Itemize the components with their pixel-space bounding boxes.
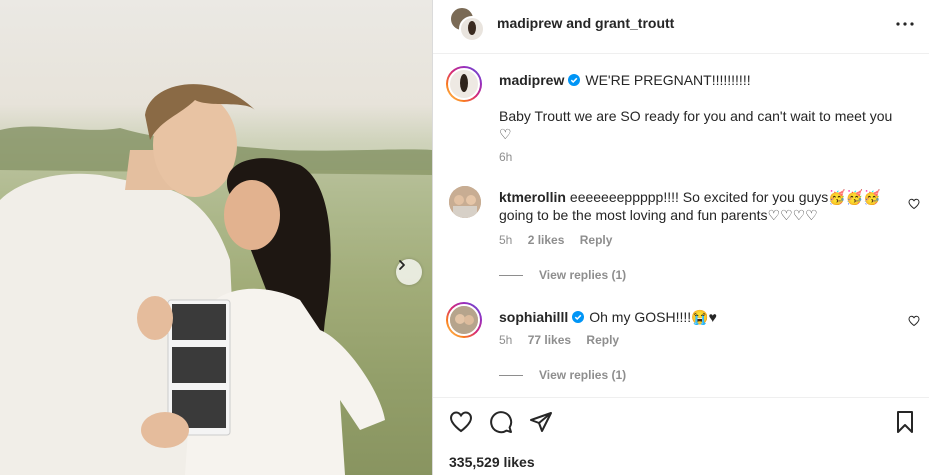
comment-username[interactable]: sophiahilll [499,309,568,325]
caption-meta: 6h [499,150,524,164]
post-details-panel: madiprew and grant_troutt madiprew WE'RE … [432,0,929,475]
caption-username[interactable]: madiprew [499,72,564,88]
likes-count[interactable]: 335,529 likes [449,454,535,470]
view-replies-label: View replies (1) [539,268,627,282]
heart-icon[interactable] [449,410,473,434]
post-header: madiprew and grant_troutt [433,0,929,54]
collab-avatars[interactable] [449,6,485,42]
caption-line-1: WE'RE PREGNANT!!!!!!!!!! [585,72,751,88]
comment-likes[interactable]: 77 likes [528,333,571,347]
comment-line-1: Oh my GOSH!!!!😭♥ [589,309,717,325]
post-actions-bar: 335,529 likes [433,397,929,476]
heart-icon[interactable] [908,198,920,210]
share-icon[interactable] [529,410,553,434]
caption-time[interactable]: 6h [499,150,512,164]
reply-button[interactable]: Reply [580,233,613,247]
chevron-right-icon [399,260,405,270]
caption-text: madiprew WE'RE PREGNANT!!!!!!!!!! Baby Tr… [499,71,894,143]
comment-meta: 5h 77 likes Reply [499,333,631,347]
comment-likes[interactable]: 2 likes [528,233,565,247]
avatar[interactable] [446,302,482,338]
comment-time[interactable]: 5h [499,233,512,247]
comment-username[interactable]: ktmerollin [499,189,566,205]
avatar[interactable] [449,186,481,218]
comment-time[interactable]: 5h [499,333,512,347]
heart-icon[interactable] [908,315,920,327]
caption-line-2: Baby Troutt we are SO ready for you and … [499,108,893,124]
verified-badge-icon [572,311,585,323]
comment-text: sophiahilll Oh my GOSH!!!!😭♥ [499,308,894,326]
comment-icon[interactable] [489,410,513,434]
post-viewer: madiprew and grant_troutt madiprew WE'RE … [0,0,929,475]
view-replies-button[interactable]: View replies (1) [499,368,626,382]
comment-line-1: eeeeeeeppppp!!!! So excited for you guys… [569,189,881,205]
post-photo[interactable] [0,0,432,475]
reply-button[interactable]: Reply [586,333,619,347]
comment-line-2: going to be the most loving and fun pare… [499,207,818,223]
verified-badge-icon [568,74,581,86]
avatar [459,16,485,42]
more-options-icon[interactable] [895,14,915,34]
view-replies-label: View replies (1) [539,368,627,382]
divider [499,275,523,277]
couple-photo-illustration [0,84,432,475]
post-authors[interactable]: madiprew and grant_troutt [497,15,674,31]
bookmark-icon[interactable] [893,410,917,434]
divider [499,375,523,377]
view-replies-button[interactable]: View replies (1) [499,268,626,282]
avatar[interactable] [446,66,482,102]
caption-line-3: ♡ [499,126,512,142]
comment-meta: 5h 2 likes Reply [499,233,624,247]
comment-text: ktmerollin eeeeeeeppppp!!!! So excited fo… [499,188,894,224]
carousel-next-button[interactable] [396,259,422,285]
